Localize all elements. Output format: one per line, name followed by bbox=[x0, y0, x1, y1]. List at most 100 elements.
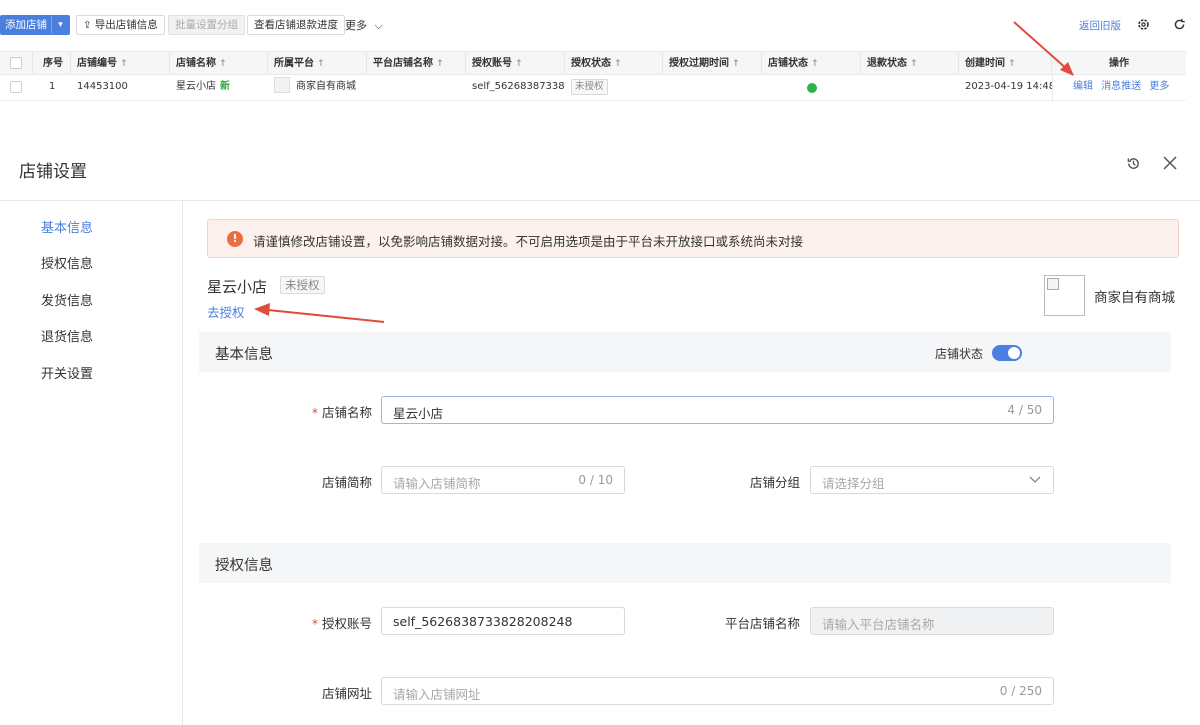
header-select-all-cell[interactable] bbox=[0, 52, 33, 74]
basic-info-section-header: 基本信息 店铺状态 bbox=[199, 332, 1171, 372]
row-select-cell[interactable] bbox=[0, 75, 33, 100]
auth-account-input[interactable]: self_5626838733828208248 bbox=[381, 607, 625, 635]
store-status-label: 店铺状态 bbox=[935, 347, 984, 361]
row-store-id: 14453100 bbox=[77, 81, 128, 92]
header-platform[interactable]: 所属平台 ↑ bbox=[268, 52, 367, 74]
header-store-status[interactable]: 店铺状态 ↑ bbox=[762, 52, 861, 74]
more-actions-link[interactable]: 更多 bbox=[1149, 81, 1169, 92]
header-label: 授权账号 bbox=[472, 58, 512, 69]
sort-icon[interactable]: ↑ bbox=[436, 59, 444, 69]
header-label: 店铺编号 bbox=[77, 58, 117, 69]
sort-icon[interactable]: ↑ bbox=[120, 59, 128, 69]
sort-icon[interactable]: ↑ bbox=[732, 59, 740, 69]
header-label: 店铺名称 bbox=[176, 58, 216, 69]
store-name-label: * 店铺名称 bbox=[290, 402, 372, 421]
header-label: 所属平台 bbox=[274, 58, 314, 69]
chevron-down-icon bbox=[1029, 476, 1041, 483]
required-asterisk: * bbox=[311, 617, 318, 631]
header-auth-status[interactable]: 授权状态 ↑ bbox=[565, 52, 663, 74]
toggle-knob bbox=[1008, 347, 1020, 359]
row-platform: 商家自有商城 bbox=[268, 75, 367, 100]
header-index: 序号 bbox=[33, 52, 71, 74]
header-platform-store-name[interactable]: 平台店铺名称 ↑ bbox=[367, 52, 466, 74]
auth-info-section-header: 授权信息 bbox=[199, 543, 1171, 583]
side-item-return-info[interactable]: 退货信息 bbox=[41, 326, 93, 345]
platform-text: 商家自有商城 bbox=[296, 81, 356, 92]
message-push-link[interactable]: 消息推送 bbox=[1101, 81, 1141, 92]
annotation-arrow bbox=[1013, 21, 1074, 76]
auth-status-badge: 未授权 bbox=[571, 79, 608, 95]
row-auth-account: self_56268387338... bbox=[472, 81, 565, 92]
sort-icon[interactable]: ↑ bbox=[614, 59, 622, 69]
select-all-checkbox[interactable] bbox=[10, 57, 22, 69]
platform-name: 商家自有商城 bbox=[1094, 290, 1175, 306]
back-old-version-link[interactable]: 返回旧版 bbox=[1079, 18, 1121, 33]
store-group-select[interactable]: 请选择分组 bbox=[810, 466, 1054, 494]
store-short-name-label: 店铺简称 bbox=[321, 475, 372, 490]
refresh-icon[interactable] bbox=[1173, 18, 1186, 31]
header-label: 授权状态 bbox=[571, 58, 611, 69]
header-refund-status[interactable]: 退款状态 ↑ bbox=[861, 52, 959, 74]
sort-icon[interactable]: ↑ bbox=[910, 59, 918, 69]
sort-icon[interactable]: ↑ bbox=[317, 59, 325, 69]
store-short-name-input[interactable]: 请输入店铺简称 0 / 10 bbox=[381, 466, 625, 494]
broken-image-icon bbox=[1047, 278, 1059, 290]
store-url-label: 店铺网址 bbox=[321, 686, 372, 701]
input-value: self_5626838733828208248 bbox=[393, 614, 573, 629]
close-icon[interactable] bbox=[1163, 156, 1177, 170]
refund-progress-label: 查看店铺退款进度 bbox=[254, 19, 338, 31]
sort-icon[interactable]: ↑ bbox=[219, 59, 227, 69]
platform-logo-image bbox=[1044, 275, 1085, 316]
alert-text: 请谨慎修改店铺设置，以免影响店铺数据对接。不可启用选项是由于平台未开放接口或系统… bbox=[253, 234, 804, 249]
go-authorize-link[interactable]: 去授权 bbox=[207, 302, 245, 321]
upload-icon: ⇪ bbox=[83, 20, 92, 31]
side-item-auth-info[interactable]: 授权信息 bbox=[41, 253, 93, 272]
char-count: 0 / 250 bbox=[999, 684, 1042, 698]
store-status-toggle[interactable] bbox=[992, 345, 1022, 361]
store-name-text: 星云小店 bbox=[176, 81, 216, 92]
store-url-input[interactable]: 请输入店铺网址 0 / 250 bbox=[381, 677, 1054, 705]
header-label: 操作 bbox=[1109, 58, 1129, 69]
more-label: 更多 bbox=[345, 19, 367, 32]
export-label: 导出店铺信息 bbox=[94, 19, 158, 31]
row-auth-expiry bbox=[663, 75, 762, 100]
sort-icon[interactable]: ↑ bbox=[515, 59, 523, 69]
gear-icon[interactable] bbox=[1137, 18, 1150, 31]
more-dropdown[interactable]: 更多 ⌵ bbox=[345, 17, 383, 33]
input-placeholder: 请输入店铺网址 bbox=[393, 687, 481, 702]
warning-icon: ! bbox=[227, 231, 243, 247]
batch-group-button[interactable]: 批量设置分组 bbox=[168, 15, 245, 35]
side-item-switch-settings[interactable]: 开关设置 bbox=[41, 363, 93, 382]
header-label: 退款状态 bbox=[867, 58, 907, 69]
chevron-down-icon[interactable]: ▾ bbox=[51, 16, 69, 34]
add-store-button[interactable]: 添加店铺 ▾ bbox=[0, 15, 70, 35]
panel-header-divider bbox=[0, 200, 1200, 201]
history-icon[interactable] bbox=[1126, 156, 1141, 171]
select-placeholder: 请选择分组 bbox=[822, 476, 885, 491]
char-count: 4 / 50 bbox=[1007, 403, 1042, 417]
char-count: 0 / 10 bbox=[578, 473, 613, 487]
input-value: 星云小店 bbox=[393, 406, 444, 421]
header-auth-expiry[interactable]: 授权过期时间 ↑ bbox=[663, 52, 762, 74]
export-store-button[interactable]: ⇪ 导出店铺信息 bbox=[76, 15, 165, 35]
header-label: 平台店铺名称 bbox=[373, 58, 433, 69]
header-store-name[interactable]: 店铺名称 ↑ bbox=[170, 52, 268, 74]
row-checkbox[interactable] bbox=[10, 81, 22, 93]
row-refund-status bbox=[861, 75, 959, 100]
section-title: 基本信息 bbox=[215, 347, 273, 363]
refund-progress-button[interactable]: 查看店铺退款进度 bbox=[247, 15, 345, 35]
edit-link[interactable]: 编辑 bbox=[1073, 81, 1093, 92]
store-name-input[interactable]: 星云小店 4 / 50 bbox=[381, 396, 1054, 424]
store-name-heading: 星云小店 bbox=[207, 278, 268, 296]
side-item-shipping-info[interactable]: 发货信息 bbox=[41, 290, 93, 309]
auth-account-label: * 授权账号 bbox=[290, 613, 372, 632]
header-store-id[interactable]: 店铺编号 ↑ bbox=[71, 52, 170, 74]
side-item-basic-info[interactable]: 基本信息 bbox=[41, 217, 93, 236]
sort-icon[interactable]: ↑ bbox=[811, 59, 819, 69]
auth-status-badge: 未授权 bbox=[280, 276, 325, 294]
header-auth-account[interactable]: 授权账号 ↑ bbox=[466, 52, 565, 74]
row-index: 1 bbox=[49, 81, 56, 92]
panel-sidebar-divider bbox=[182, 201, 183, 725]
row-store-status bbox=[762, 75, 861, 100]
row-platform-store-name bbox=[367, 75, 466, 100]
